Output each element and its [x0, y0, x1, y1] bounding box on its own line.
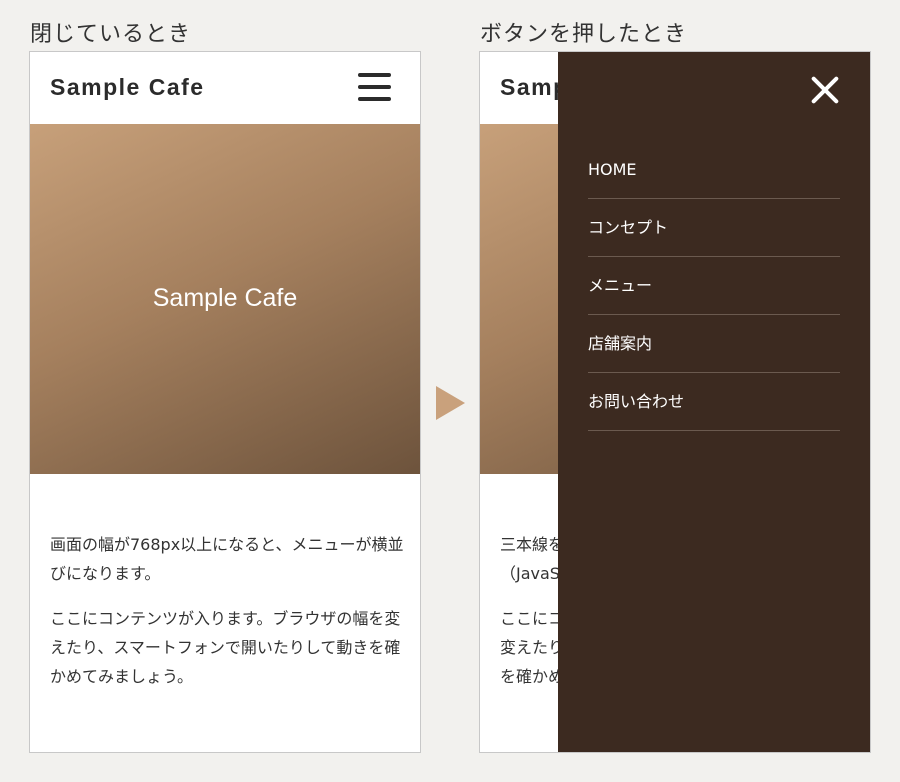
- menu-item-shop-info[interactable]: 店舗案内: [588, 315, 840, 373]
- nav-drawer: HOME コンセプト メニュー 店舗案内 お問い合わせ: [558, 52, 870, 752]
- caption-opened: ボタンを押したとき: [480, 22, 688, 47]
- main-content: 画面の幅が768px以上になると、メニューが横並びになります。 ここにコンテンツ…: [50, 530, 405, 707]
- menu-item-concept[interactable]: コンセプト: [588, 199, 840, 257]
- menu-item-home[interactable]: HOME: [588, 141, 840, 199]
- site-logo[interactable]: Sample Cafe: [50, 74, 205, 101]
- hamburger-icon[interactable]: [358, 73, 392, 103]
- close-icon[interactable]: [810, 75, 840, 105]
- menu-item-menu[interactable]: メニュー: [588, 257, 840, 315]
- phone-opened: Samp 三本線を （JavaS ここにコ 変えたり を確かめ HOME コンセ…: [479, 51, 871, 753]
- caption-closed: 閉じているとき: [30, 22, 192, 47]
- nav-menu: HOME コンセプト メニュー 店舗案内 お問い合わせ: [588, 141, 840, 431]
- arrow-right-icon: [436, 386, 465, 420]
- menu-item-contact[interactable]: お問い合わせ: [588, 373, 840, 431]
- hero-title: Sample Cafe: [152, 284, 298, 312]
- hero-image: Sample Cafe: [30, 124, 420, 474]
- content-paragraph: 画面の幅が768px以上になると、メニューが横並びになります。: [50, 535, 404, 583]
- site-header: Sample Cafe: [30, 52, 420, 124]
- phone-closed: Sample Cafe Sample Cafe 画面の幅が768px以上になると…: [29, 51, 421, 753]
- content-paragraph: ここにコンテンツが入ります。ブラウザの幅を変えたり、スマートフォンで開いたりして…: [50, 609, 401, 686]
